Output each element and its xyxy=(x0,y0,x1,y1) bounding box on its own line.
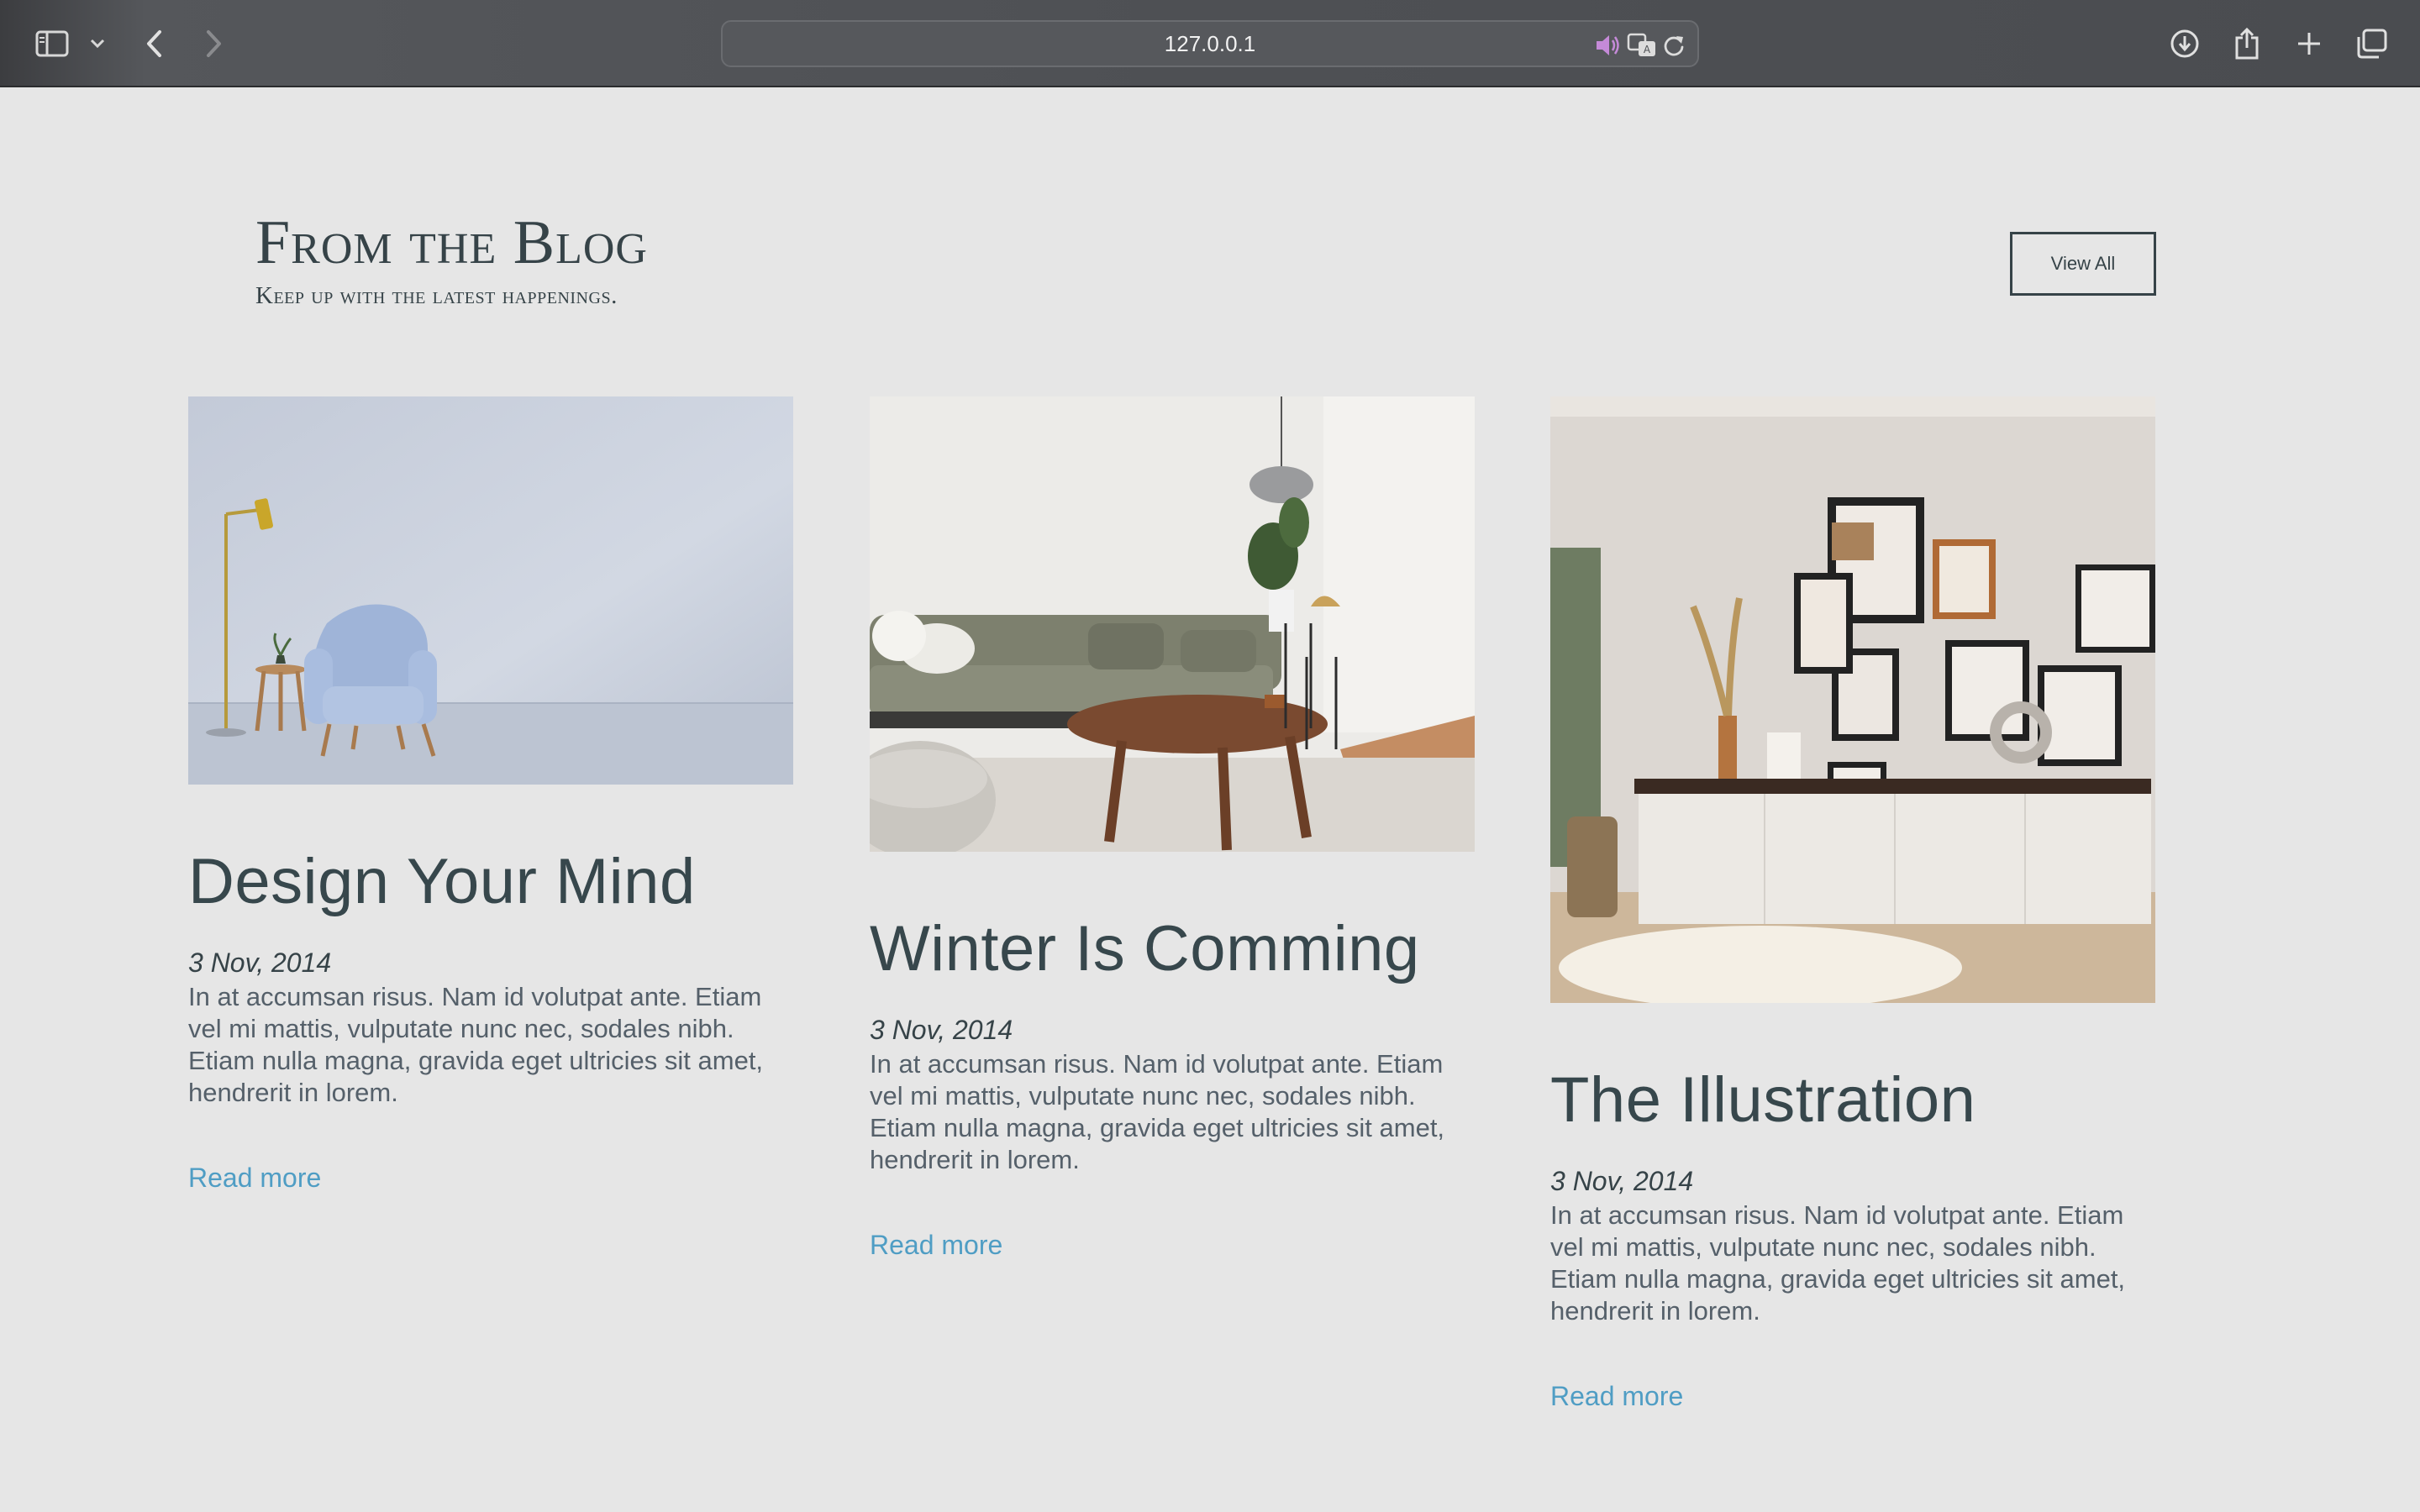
blog-post-card: The Illustration 3 Nov, 2014 In at accum… xyxy=(1550,396,2155,1412)
svg-text:A: A xyxy=(1644,44,1651,55)
post-date: 3 Nov, 2014 xyxy=(1550,1166,1694,1196)
translate-icon[interactable]: A xyxy=(1627,30,1657,60)
reload-icon[interactable] xyxy=(1659,30,1689,60)
address-bar[interactable]: 127.0.0.1 A xyxy=(721,20,1699,67)
speaker-icon[interactable] xyxy=(1593,30,1623,60)
post-image-gallery-wall[interactable] xyxy=(1550,396,2155,1003)
read-more-link[interactable]: Read more xyxy=(188,1163,321,1194)
post-date: 3 Nov, 2014 xyxy=(188,948,332,978)
post-date: 3 Nov, 2014 xyxy=(870,1015,1013,1045)
blog-section-header: From the Blog Keep up with the latest ha… xyxy=(255,212,648,310)
browser-toolbar: 127.0.0.1 A xyxy=(0,0,2420,87)
post-excerpt: In at accumsan risus. Nam id volutpat an… xyxy=(870,1049,1445,1174)
tab-overview-icon[interactable] xyxy=(2348,20,2395,67)
post-title[interactable]: The Illustration xyxy=(1550,1068,2155,1132)
blog-post-card: Design Your Mind 3 Nov, 2014 In at accum… xyxy=(188,396,793,1194)
post-title[interactable]: Winter Is Comming xyxy=(870,917,1475,981)
view-all-button[interactable]: View All xyxy=(2010,232,2156,296)
read-more-link[interactable]: Read more xyxy=(870,1230,1002,1261)
chevron-down-icon[interactable] xyxy=(74,20,121,67)
section-title: From the Blog xyxy=(255,208,648,277)
post-image-living-room[interactable] xyxy=(870,396,1475,852)
post-excerpt: In at accumsan risus. Nam id volutpat an… xyxy=(1550,1200,2126,1326)
post-excerpt: In at accumsan risus. Nam id volutpat an… xyxy=(188,982,764,1107)
new-tab-plus-icon[interactable] xyxy=(2286,20,2333,67)
read-more-link[interactable]: Read more xyxy=(1550,1381,1683,1412)
url-text: 127.0.0.1 xyxy=(1164,31,1256,56)
sidebar-toggle-icon[interactable] xyxy=(29,20,76,67)
section-subtitle: Keep up with the latest happenings. xyxy=(255,282,618,309)
share-icon[interactable] xyxy=(2223,20,2270,67)
post-title[interactable]: Design Your Mind xyxy=(188,850,793,914)
forward-arrow-icon[interactable] xyxy=(190,20,237,67)
download-icon[interactable] xyxy=(2161,20,2208,67)
blog-post-card: Winter Is Comming 3 Nov, 2014 In at accu… xyxy=(870,396,1475,1261)
back-arrow-icon[interactable] xyxy=(131,20,178,67)
post-image-armchair[interactable] xyxy=(188,396,793,785)
